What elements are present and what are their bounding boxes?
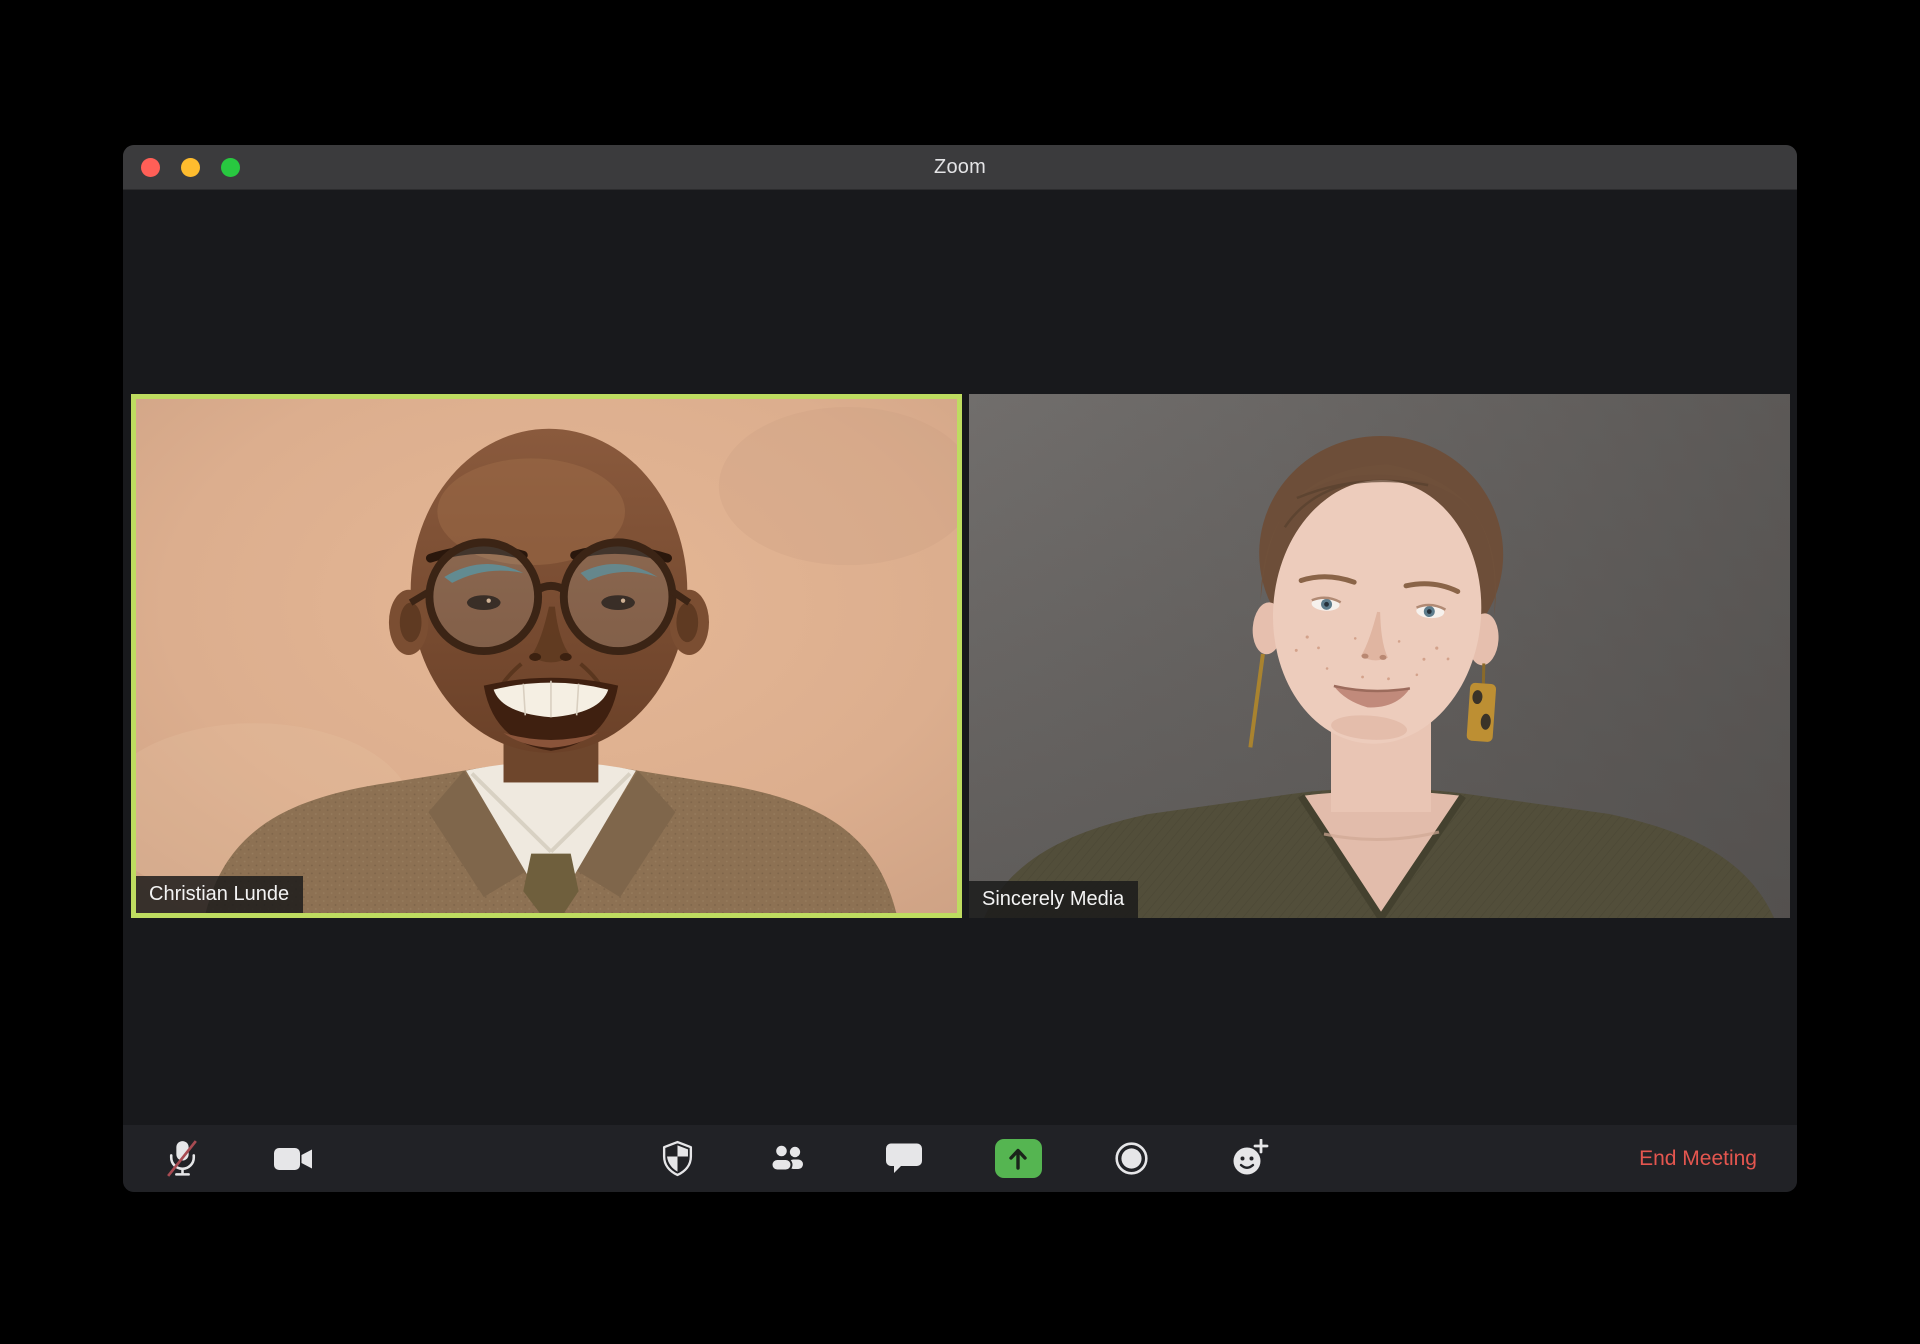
video-button[interactable] (262, 1125, 326, 1192)
video-camera-icon (274, 1145, 314, 1173)
video-tile-sincerely-media[interactable]: Sincerely Media (969, 394, 1790, 918)
window-controls (141, 145, 240, 189)
window-title: Zoom (934, 155, 986, 178)
end-meeting-button[interactable]: End Meeting (1635, 1125, 1761, 1192)
minimize-button[interactable] (181, 157, 200, 177)
window-titlebar[interactable]: Zoom (123, 145, 1797, 190)
close-button[interactable] (141, 157, 160, 177)
record-button[interactable] (1099, 1125, 1163, 1192)
record-icon (1113, 1140, 1150, 1177)
security-button[interactable] (645, 1125, 709, 1192)
participant-video-woman (969, 394, 1790, 918)
shield-icon (661, 1140, 694, 1177)
participant-video-man (136, 399, 957, 913)
reactions-button[interactable] (1218, 1125, 1282, 1192)
meeting-toolbar: End Meeting (123, 1125, 1797, 1192)
fullscreen-button[interactable] (221, 157, 240, 177)
participant-name-label: Sincerely Media (969, 881, 1139, 918)
video-tile-christian-lunde[interactable]: Christian Lunde (131, 394, 962, 918)
participant-name-label: Christian Lunde (136, 876, 304, 913)
chat-bubble-icon (885, 1142, 923, 1175)
zoom-app-window: Zoom Christian Lunde Sincerely Media End… (123, 145, 1797, 1192)
participants-icon (768, 1143, 808, 1174)
smiley-plus-icon (1230, 1139, 1270, 1178)
video-grid: Christian Lunde Sincerely Media (123, 190, 1797, 1125)
mute-button[interactable] (150, 1125, 214, 1192)
participants-button[interactable] (756, 1125, 820, 1192)
share-screen-arrow-icon (994, 1139, 1042, 1178)
chat-button[interactable] (872, 1125, 936, 1192)
share-screen-button[interactable] (986, 1125, 1050, 1192)
microphone-muted-icon (164, 1138, 201, 1179)
